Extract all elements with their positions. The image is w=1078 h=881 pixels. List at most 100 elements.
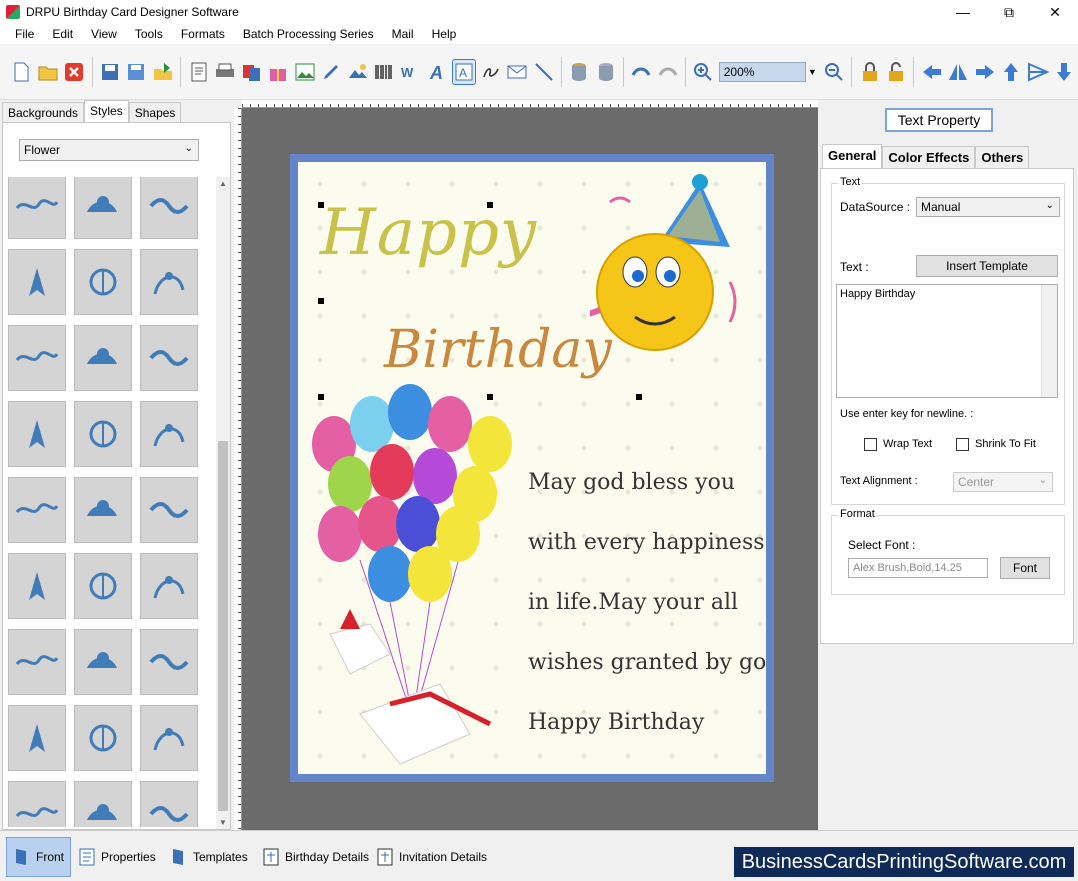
unlock-icon[interactable] (885, 60, 908, 84)
zoom-out-icon[interactable] (823, 60, 846, 84)
tab-shapes[interactable]: Shapes (128, 102, 182, 122)
arrow-right-icon[interactable] (973, 60, 996, 84)
birthday-card[interactable]: Happy Birthday May god bless you with ev… (298, 162, 766, 774)
style-thumbnail[interactable] (8, 781, 66, 827)
style-category-select[interactable]: Flower ⌄ (19, 139, 199, 161)
card-wish-line-5[interactable]: Happy Birthday (528, 710, 704, 735)
maximize-icon[interactable]: ⧉ (986, 0, 1032, 24)
picture-icon[interactable] (347, 60, 370, 84)
wrap-text-checkbox[interactable] (864, 438, 877, 451)
pen-icon[interactable] (320, 60, 343, 84)
text-icon[interactable]: A (426, 60, 449, 84)
flip-icon[interactable] (947, 60, 970, 84)
design-canvas[interactable]: Happy Birthday May god bless you with ev… (242, 108, 818, 830)
party-emoji-image[interactable] (590, 172, 750, 362)
database-2-icon[interactable] (595, 60, 618, 84)
menu-help[interactable]: Help (423, 27, 466, 41)
tab-properties[interactable]: Properties (72, 837, 162, 877)
tab-front[interactable]: Front (6, 837, 72, 877)
insert-template-button[interactable]: Insert Template (916, 255, 1058, 277)
arrow-up-icon[interactable] (1000, 60, 1023, 84)
scroll-thumb[interactable] (218, 441, 228, 811)
style-thumbnail[interactable] (140, 401, 198, 467)
selection-handle[interactable] (318, 202, 324, 208)
style-scrollbar[interactable]: ▲ ▼ (216, 177, 230, 829)
style-thumbnail[interactable] (74, 553, 132, 619)
style-thumbnail[interactable] (74, 177, 132, 239)
text-alignment-select[interactable]: Center ⌄ (953, 472, 1053, 492)
text-input[interactable]: Happy Birthday (836, 284, 1058, 398)
card-wish-line-3[interactable]: in life.May your all (528, 590, 738, 615)
style-thumbnail[interactable] (74, 477, 132, 543)
database-icon[interactable] (568, 60, 591, 84)
style-thumbnail[interactable] (8, 477, 66, 543)
tab-backgrounds[interactable]: Backgrounds (2, 102, 85, 122)
menu-formats[interactable]: Formats (172, 27, 234, 41)
mail-icon[interactable] (506, 60, 529, 84)
style-thumbnail[interactable] (140, 553, 198, 619)
signature-icon[interactable] (479, 60, 502, 84)
menu-view[interactable]: View (82, 27, 126, 41)
menu-mail[interactable]: Mail (383, 27, 423, 41)
style-thumbnail[interactable] (140, 705, 198, 771)
copy-icon[interactable] (240, 60, 263, 84)
align-icon[interactable] (1027, 60, 1050, 84)
lock-icon[interactable] (858, 60, 881, 84)
menu-batch-processing[interactable]: Batch Processing Series (234, 27, 383, 41)
style-thumbnail[interactable] (74, 705, 132, 771)
font-field[interactable]: Alex Brush,Bold,14.25 (848, 558, 988, 578)
style-thumbnail[interactable] (140, 249, 198, 315)
line-icon[interactable] (533, 60, 556, 84)
close-file-icon[interactable] (63, 60, 86, 84)
style-thumbnail[interactable] (74, 325, 132, 391)
menu-tools[interactable]: Tools (126, 27, 172, 41)
scroll-up-icon[interactable]: ▲ (219, 179, 227, 188)
datasource-select[interactable]: Manual ⌄ (916, 197, 1060, 217)
zoom-input[interactable]: 200% (718, 62, 806, 82)
tab-invitation-details[interactable]: Invitation Details (370, 837, 493, 877)
card-wish-line-4[interactable]: wishes granted by god. (528, 650, 766, 675)
menu-edit[interactable]: Edit (43, 27, 82, 41)
style-thumbnail[interactable] (8, 401, 66, 467)
style-thumbnail[interactable] (74, 401, 132, 467)
style-thumbnail[interactable] (140, 477, 198, 543)
new-icon[interactable] (10, 60, 33, 84)
style-thumbnail[interactable] (140, 177, 198, 239)
card-birthday-text[interactable]: Birthday (384, 320, 612, 380)
undo-icon[interactable] (630, 60, 653, 84)
tab-general[interactable]: General (822, 144, 883, 168)
tab-birthday-details[interactable]: Birthday Details (256, 837, 375, 877)
wordart-icon[interactable]: W (400, 60, 423, 84)
open-icon[interactable] (37, 60, 60, 84)
scroll-down-icon[interactable]: ▼ (219, 818, 227, 827)
tab-color-effects[interactable]: Color Effects (882, 146, 976, 168)
zoom-in-icon[interactable] (692, 60, 715, 84)
style-thumbnail[interactable] (140, 781, 198, 827)
tab-templates[interactable]: Templates (164, 837, 254, 877)
image-icon[interactable] (294, 60, 317, 84)
redo-icon[interactable] (657, 60, 680, 84)
tab-styles[interactable]: Styles (84, 100, 129, 122)
card-wish-line-2[interactable]: with every happiness (528, 530, 765, 555)
arrow-down-icon[interactable] (1053, 60, 1076, 84)
style-thumbnail[interactable] (8, 553, 66, 619)
print-preview-icon[interactable] (187, 60, 210, 84)
style-thumbnail[interactable] (74, 249, 132, 315)
textbox-icon[interactable]: A (451, 59, 477, 85)
balloons-gift-image[interactable] (300, 384, 532, 774)
barcode-icon[interactable] (373, 60, 396, 84)
style-thumbnail[interactable] (74, 781, 132, 827)
print-icon[interactable] (214, 60, 237, 84)
style-thumbnail[interactable] (74, 629, 132, 695)
tab-others[interactable]: Others (975, 146, 1030, 168)
style-thumbnail[interactable] (140, 325, 198, 391)
zoom-dropdown-icon[interactable]: ▼ (808, 67, 817, 77)
menu-file[interactable]: File (6, 27, 43, 41)
style-thumbnail[interactable] (140, 629, 198, 695)
minimize-icon[interactable]: — (940, 0, 986, 24)
gift-icon[interactable] (267, 60, 290, 84)
style-thumbnail[interactable] (8, 629, 66, 695)
shrink-to-fit-checkbox[interactable] (956, 438, 969, 451)
selection-handle[interactable] (636, 394, 642, 400)
font-button[interactable]: Font (1000, 557, 1050, 579)
